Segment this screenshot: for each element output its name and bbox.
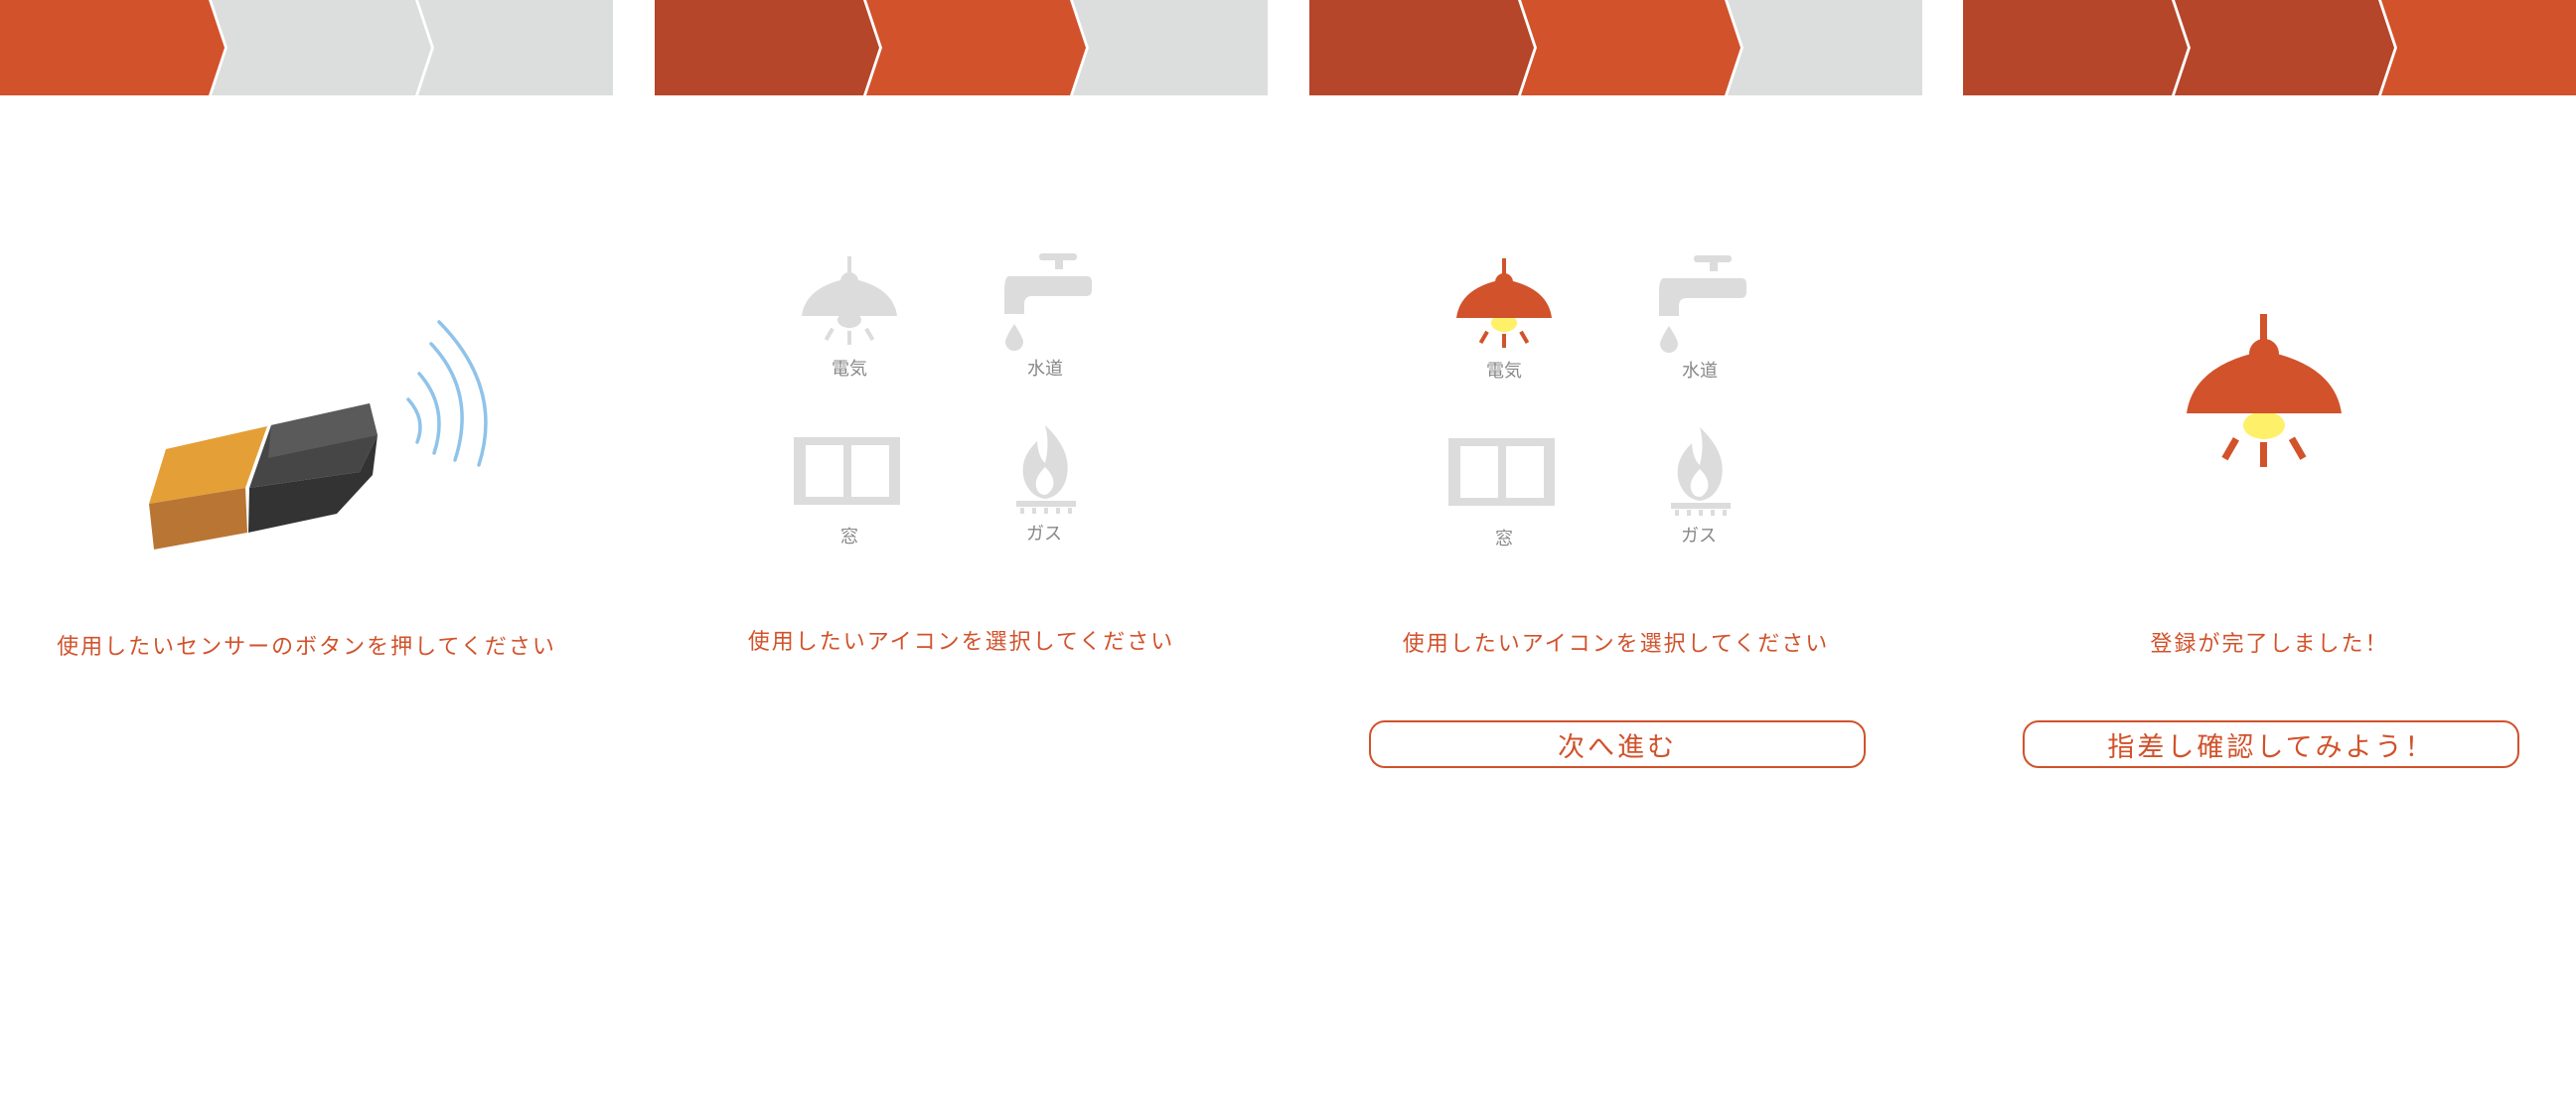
gas-option[interactable]: ガス — [1016, 425, 1076, 545]
icon-label-electricity: 電気 — [832, 359, 867, 380]
panel-icon-select: 電気 水道 窓 ガス 使用したいアイコンを選択してください — [655, 0, 1268, 1094]
electricity-option-selected[interactable]: 電気 — [1456, 258, 1552, 382]
lamp-icon — [2187, 314, 2342, 467]
icon-grid: 電気 水道 窓 ガス — [1448, 255, 1746, 549]
window-option[interactable]: 窓 — [1448, 438, 1555, 549]
signal-waves-icon — [406, 320, 488, 467]
icon-label-gas: ガス — [1681, 526, 1717, 547]
lamp-icon — [802, 256, 897, 345]
water-option[interactable]: 水道 — [1659, 255, 1746, 382]
icon-label-electricity: 電気 — [1486, 361, 1522, 382]
faucet-icon — [1004, 253, 1092, 351]
sensor-icon — [149, 403, 378, 549]
electricity-option[interactable]: 電気 — [802, 256, 897, 380]
window-option[interactable]: 窓 — [794, 437, 900, 547]
sensor-illustration — [149, 320, 488, 549]
next-step-button[interactable]: 次へ進む — [1369, 720, 1866, 768]
icon-label-window: 窓 — [840, 527, 858, 547]
panel-icon-selected: 電気 水道 窓 ガス 使用したいアイコンを選択してください 次へ進む — [1309, 0, 1922, 1094]
instruction-text: 使用したいアイコンを選択してください — [747, 630, 1175, 655]
icon-label-gas: ガス — [1026, 524, 1062, 545]
lamp-icon — [1456, 258, 1552, 348]
faucet-icon — [1659, 255, 1746, 353]
try-pointing-check-button[interactable]: 指差し確認してみよう！ — [2023, 720, 2519, 768]
instruction-text: 使用したいアイコンを選択してください — [1402, 632, 1830, 657]
icon-label-water: 水道 — [1682, 361, 1718, 382]
water-option[interactable]: 水道 — [1004, 253, 1092, 380]
icon-grid: 電気 水道 窓 ガス — [794, 253, 1092, 547]
panel-sensor-pairing: 使用したいセンサーのボタンを押してください — [0, 0, 613, 1094]
registration-flow: 使用したいセンサーのボタンを押してください 電気 水道 窓 ガス 使用したいアイ… — [0, 0, 2576, 1094]
instruction-text: 登録が完了しました！ — [2150, 632, 2389, 657]
panel-registration-complete: 登録が完了しました！ 指差し確認してみよう！ — [1963, 0, 2576, 1094]
completion-illustration — [2187, 314, 2342, 467]
icon-label-window: 窓 — [1495, 529, 1513, 549]
instruction-text: 使用したいセンサーのボタンを押してください — [57, 635, 556, 660]
icon-label-water: 水道 — [1027, 359, 1063, 380]
gas-option[interactable]: ガス — [1671, 427, 1731, 547]
